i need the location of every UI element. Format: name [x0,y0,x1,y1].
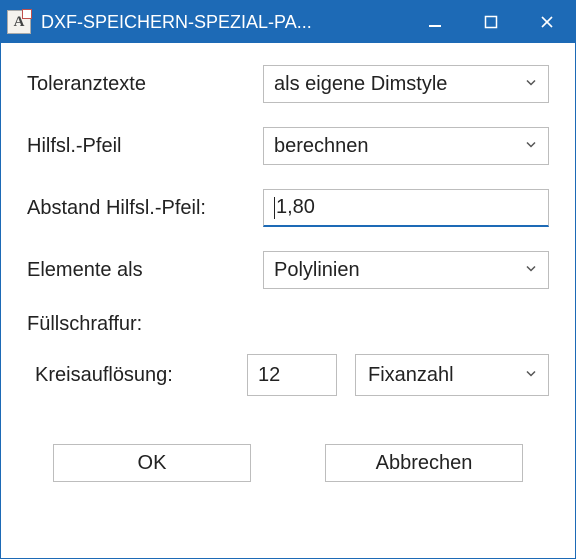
row-hilfsl-pfeil: Hilfsl.-Pfeil berechnen [27,127,549,165]
cancel-button[interactable]: Abbrechen [325,444,523,482]
label-abstand: Abstand Hilfsl.-Pfeil: [27,197,263,220]
window-title: DXF-SPEICHERN-SPEZIAL-PA... [41,12,407,33]
row-kreisaufloesung: Kreisauflösung: 12 Fixanzahl [27,354,549,396]
cancel-button-label: Abbrechen [376,452,473,475]
titlebar[interactable]: A DXF-SPEICHERN-SPEZIAL-PA... [1,1,575,43]
row-elemente: Elemente als Polylinien [27,251,549,289]
app-icon: A [7,10,31,34]
text-caret [274,197,275,219]
input-kreis-value-text: 12 [258,364,280,387]
button-row: OK Abbrechen [27,444,549,482]
row-toleranztexte: Toleranztexte als eigene Dimstyle [27,65,549,103]
combo-elemente-value: Polylinien [274,259,360,282]
chevron-down-icon [524,364,538,387]
chevron-down-icon [524,259,538,282]
combo-kreis-mode[interactable]: Fixanzahl [355,354,549,396]
close-button[interactable] [519,1,575,43]
combo-toleranztexte-value: als eigene Dimstyle [274,73,447,96]
label-fuellschraffur: Füllschraffur: [27,313,549,336]
chevron-down-icon [524,135,538,158]
combo-hilfsl-pfeil-value: berechnen [274,135,369,158]
client-area: Toleranztexte als eigene Dimstyle Hilfsl… [1,43,575,500]
maximize-button[interactable] [463,1,519,43]
ok-button-label: OK [138,452,167,475]
label-elemente: Elemente als [27,259,263,282]
maximize-icon [484,15,498,29]
ok-button[interactable]: OK [53,444,251,482]
minimize-icon [428,15,442,29]
close-icon [540,15,554,29]
combo-toleranztexte[interactable]: als eigene Dimstyle [263,65,549,103]
dialog-window: A DXF-SPEICHERN-SPEZIAL-PA... Toleranzte… [0,0,576,559]
label-kreis: Kreisauflösung: [27,364,247,387]
row-abstand: Abstand Hilfsl.-Pfeil: 1,80 [27,189,549,227]
input-abstand-value: 1,80 [276,196,315,219]
app-icon-letter: A [14,14,25,31]
combo-hilfsl-pfeil[interactable]: berechnen [263,127,549,165]
input-kreis-value[interactable]: 12 [247,354,337,396]
label-toleranztexte: Toleranztexte [27,73,263,96]
label-hilfsl-pfeil: Hilfsl.-Pfeil [27,135,263,158]
chevron-down-icon [524,73,538,96]
window-controls [407,1,575,43]
minimize-button[interactable] [407,1,463,43]
combo-elemente[interactable]: Polylinien [263,251,549,289]
combo-kreis-mode-value: Fixanzahl [368,364,454,387]
input-abstand[interactable]: 1,80 [263,189,549,227]
